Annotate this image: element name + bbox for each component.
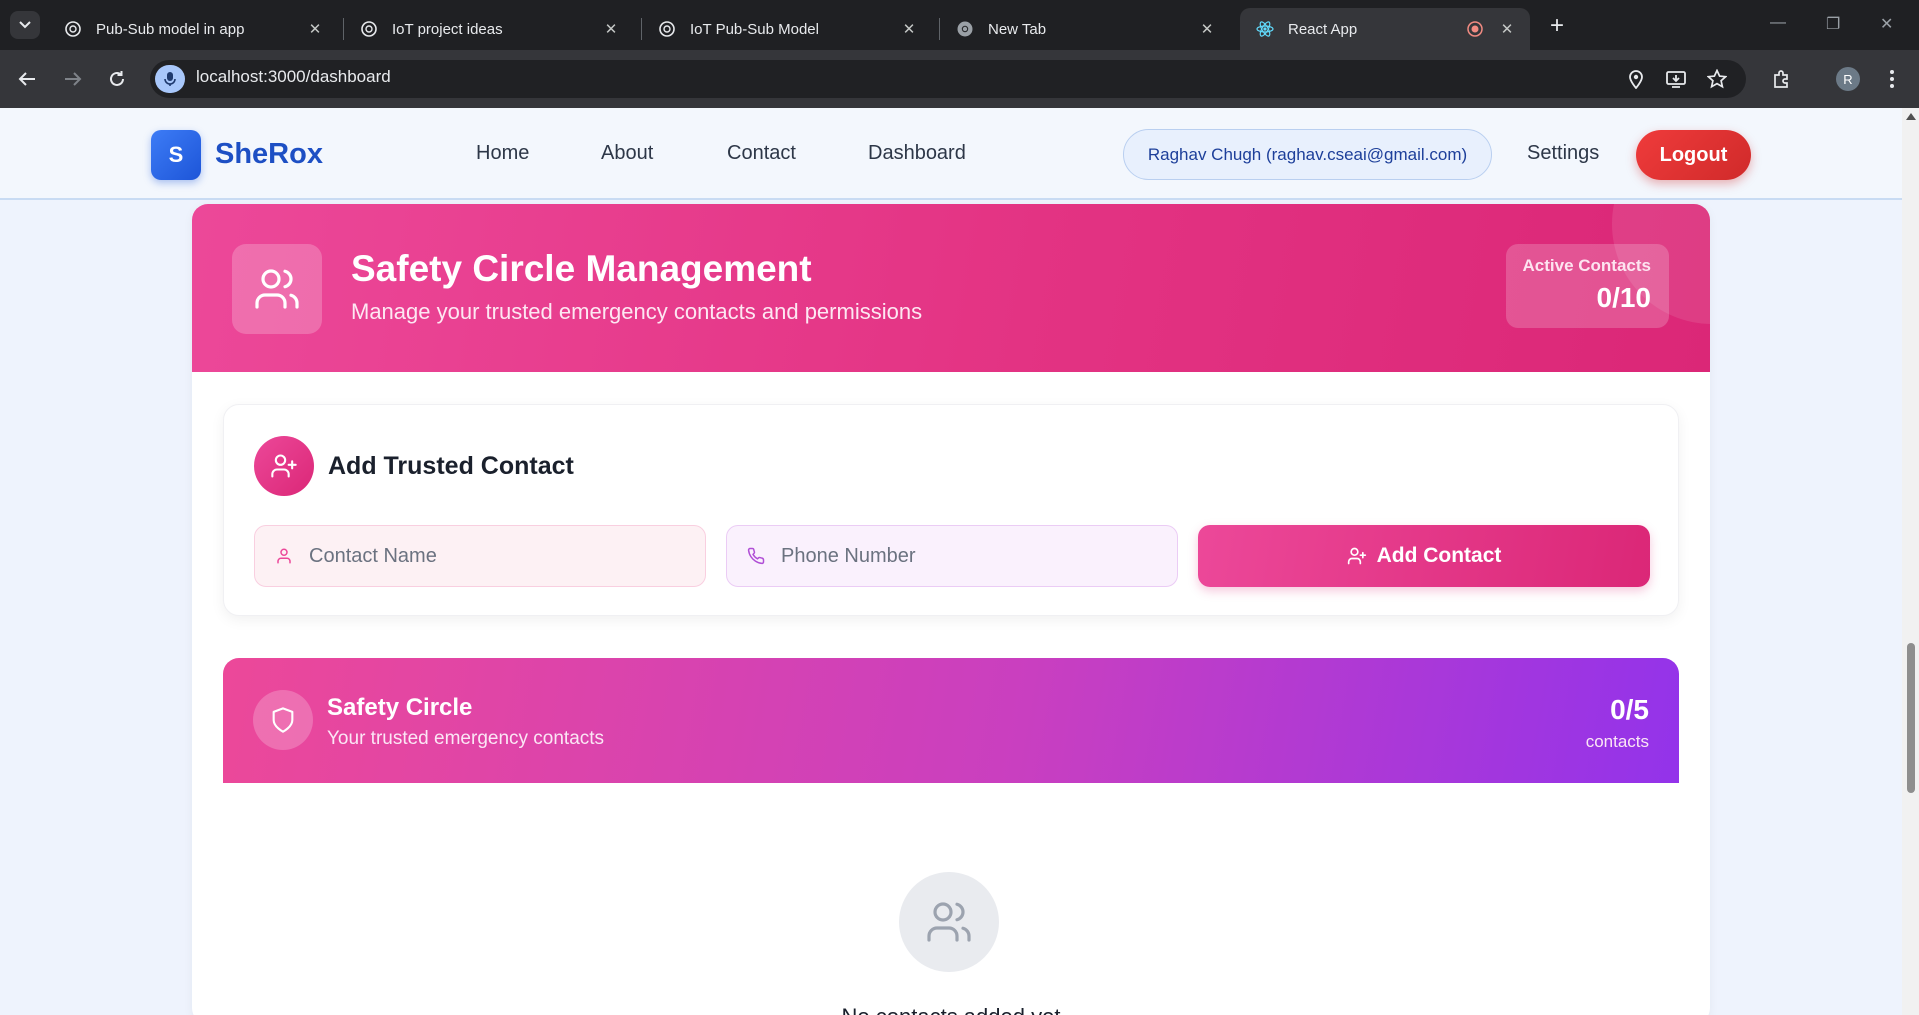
safety-circle-title: Safety Circle	[327, 694, 473, 721]
nav-link-dashboard[interactable]: Dashboard	[868, 142, 966, 165]
nav-link-home[interactable]: Home	[476, 142, 529, 165]
tab-title: IoT project ideas	[392, 20, 503, 38]
browser-tab-bar: Pub-Sub model in app ✕ IoT project ideas…	[0, 0, 1919, 50]
star-icon[interactable]	[1705, 67, 1729, 91]
nav-link-contact[interactable]: Contact	[727, 142, 796, 165]
page-viewport: S SheRox Home About Contact Dashboard Ra…	[0, 108, 1902, 1015]
contact-count: 0/5	[1610, 694, 1649, 725]
empty-state-text: No contacts added yet	[223, 1004, 1679, 1015]
minimize-icon[interactable]: —	[1770, 14, 1786, 32]
forward-button[interactable]	[60, 66, 86, 92]
contact-name-field[interactable]	[254, 525, 706, 587]
recording-icon	[1466, 20, 1484, 38]
back-button[interactable]	[14, 66, 40, 92]
add-contact-title: Add Trusted Contact	[328, 452, 574, 480]
shield-icon	[253, 690, 313, 750]
contact-count-unit: contacts	[1585, 732, 1649, 751]
logout-button[interactable]: Logout	[1636, 130, 1751, 180]
scroll-up-arrow-icon[interactable]	[1906, 113, 1916, 120]
react-icon	[1256, 20, 1274, 38]
add-contact-button-label: Add Contact	[1376, 544, 1502, 567]
page-scrollbar[interactable]	[1902, 108, 1919, 1015]
users-icon	[899, 872, 999, 972]
brand-name[interactable]: SheRox	[215, 138, 323, 171]
logo-badge[interactable]: S	[151, 130, 201, 180]
openai-icon	[64, 20, 82, 38]
page-title: Safety Circle Management	[351, 248, 812, 289]
url-text[interactable]: localhost:3000/dashboard	[196, 67, 391, 87]
close-icon[interactable]: ✕	[1198, 20, 1216, 38]
mic-icon[interactable]	[155, 65, 185, 93]
install-app-icon[interactable]	[1664, 67, 1688, 91]
openai-icon	[360, 20, 378, 38]
add-contact-card: Add Trusted Contact Add Contact	[223, 404, 1679, 616]
tab-title: IoT Pub-Sub Model	[690, 20, 819, 38]
new-tab-button[interactable]: +	[1543, 12, 1571, 40]
active-contacts-stat: Active Contacts 0/10	[1506, 244, 1669, 328]
close-icon[interactable]: ✕	[602, 20, 620, 38]
chrome-icon	[956, 20, 974, 38]
user-plus-icon	[1347, 546, 1367, 566]
close-icon[interactable]: ✕	[900, 20, 918, 38]
safety-circle-card: Safety Circle Your trusted emergency con…	[223, 658, 1679, 1015]
active-contacts-label: Active Contacts	[1522, 256, 1651, 275]
openai-icon	[658, 20, 676, 38]
nav-link-about[interactable]: About	[601, 142, 653, 165]
profile-avatar[interactable]: R	[1836, 67, 1860, 91]
hero-banner: Safety Circle Management Manage your tru…	[192, 204, 1710, 372]
arrow-right-icon	[65, 72, 82, 86]
tab-title: New Tab	[988, 20, 1047, 38]
add-contact-button[interactable]: Add Contact	[1198, 525, 1650, 587]
restore-icon[interactable]: ❐	[1826, 14, 1840, 34]
browser-tab[interactable]: New Tab ✕	[940, 8, 1230, 50]
settings-link[interactable]: Settings	[1527, 142, 1599, 165]
contact-name-input[interactable]	[309, 544, 689, 568]
browser-tab[interactable]: Pub-Sub model in app ✕	[48, 8, 338, 50]
page-subtitle: Manage your trusted emergency contacts a…	[351, 299, 923, 324]
site-navbar: S SheRox Home About Contact Dashboard Ra…	[0, 108, 1902, 200]
safety-circle-panel: Safety Circle Management Manage your tru…	[192, 204, 1710, 1015]
window-close-icon[interactable]: ✕	[1880, 14, 1893, 34]
tab-title: Pub-Sub model in app	[96, 20, 245, 38]
more-menu-icon[interactable]	[1880, 67, 1904, 91]
phone-number-field[interactable]	[726, 525, 1178, 587]
tab-search-button[interactable]	[10, 11, 40, 39]
reload-icon	[110, 71, 124, 86]
user-badge: Raghav Chugh (raghav.cseai@gmail.com)	[1123, 129, 1492, 180]
user-icon	[277, 548, 291, 564]
users-icon	[232, 244, 322, 334]
browser-tab[interactable]: IoT Pub-Sub Model ✕	[642, 8, 932, 50]
reload-button[interactable]	[104, 66, 130, 92]
arrow-left-icon	[18, 72, 35, 86]
close-icon[interactable]: ✕	[306, 20, 324, 38]
active-contacts-value: 0/10	[1596, 282, 1652, 313]
phone-number-input[interactable]	[781, 544, 1161, 568]
user-plus-icon	[254, 436, 314, 496]
phone-icon	[747, 547, 765, 565]
scrollbar-thumb[interactable]	[1907, 643, 1915, 793]
browser-tab[interactable]: IoT project ideas ✕	[344, 8, 634, 50]
extensions-icon[interactable]	[1770, 67, 1794, 91]
location-icon[interactable]	[1624, 67, 1648, 91]
tab-title: React App	[1288, 20, 1358, 38]
safety-circle-subtitle: Your trusted emergency contacts	[327, 728, 605, 749]
browser-tab-active[interactable]: React App ✕	[1240, 8, 1530, 50]
safety-circle-header: Safety Circle Your trusted emergency con…	[223, 658, 1679, 783]
close-icon[interactable]: ✕	[1498, 20, 1516, 38]
chevron-down-icon	[19, 21, 31, 29]
